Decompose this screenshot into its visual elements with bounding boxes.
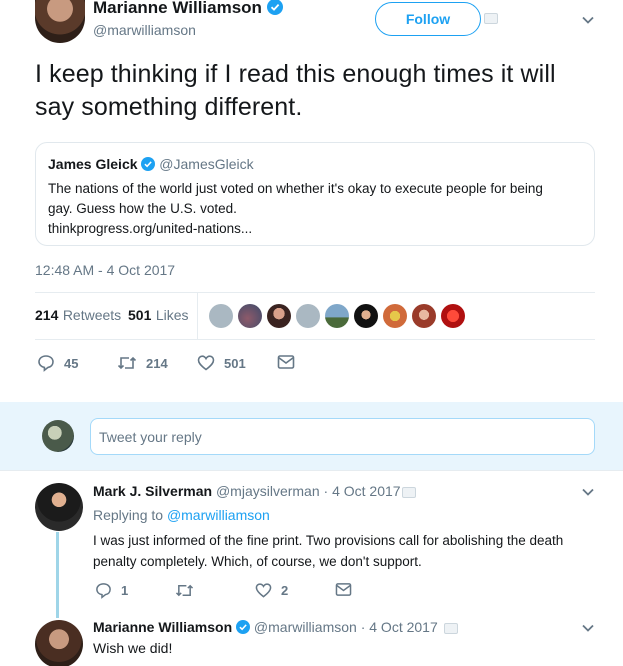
replying-to-handle[interactable]: @marwilliamson bbox=[167, 507, 270, 523]
reply-text: Wish we did! bbox=[93, 640, 173, 656]
retweet-icon bbox=[175, 584, 194, 597]
verified-icon bbox=[266, 0, 283, 15]
reply-date[interactable]: · 4 Oct 2017 bbox=[361, 619, 438, 635]
follow-button[interactable]: Follow bbox=[375, 2, 481, 36]
envelope-icon bbox=[335, 583, 352, 596]
quoted-text-line: The nations of the world just voted on w… bbox=[48, 181, 543, 196]
reply-header[interactable]: Mark J. Silverman @mjaysilverman · 4 Oct… bbox=[93, 483, 401, 499]
retweet-icon bbox=[117, 356, 137, 370]
notification-icon[interactable] bbox=[484, 13, 498, 24]
replying-to-label: Replying to bbox=[93, 507, 164, 523]
message-action[interactable] bbox=[335, 582, 361, 597]
verified-icon bbox=[141, 157, 156, 171]
retweet-count: 214 bbox=[146, 355, 168, 371]
liker-avatar[interactable] bbox=[412, 304, 436, 328]
reply-author-handle[interactable]: @mjaysilverman bbox=[216, 483, 320, 499]
stats-separator bbox=[197, 293, 198, 339]
liker-avatar[interactable] bbox=[238, 304, 262, 328]
reply-text: I was just informed of the fine print. T… bbox=[93, 530, 593, 572]
divider bbox=[0, 470, 623, 471]
divider bbox=[35, 292, 595, 293]
likes-count: 501 bbox=[128, 307, 152, 323]
author-handle[interactable]: @marwilliamson bbox=[93, 22, 196, 38]
retweet-action[interactable]: 214 bbox=[117, 354, 168, 372]
reply-author-name[interactable]: Mark J. Silverman bbox=[93, 483, 212, 499]
tweet-text: I keep thinking if I read this enough ti… bbox=[35, 60, 556, 121]
replying-to: Replying to @marwilliamson bbox=[93, 507, 270, 523]
reply-icon bbox=[96, 583, 111, 599]
like-count: 2 bbox=[281, 583, 289, 598]
reply-author-name[interactable]: Marianne Williamson bbox=[93, 619, 232, 635]
chevron-down-icon[interactable] bbox=[580, 12, 596, 28]
retweet-action[interactable] bbox=[175, 582, 203, 599]
heart-icon bbox=[255, 583, 272, 598]
notification-icon[interactable] bbox=[402, 487, 416, 498]
like-action[interactable]: 2 bbox=[255, 582, 288, 599]
reply-action[interactable]: 1 bbox=[95, 582, 128, 599]
message-action[interactable] bbox=[277, 354, 304, 370]
reply-text-line: penalty completely. Which, of course, we… bbox=[93, 554, 422, 569]
reply-date[interactable]: · 4 Oct 2017 bbox=[324, 483, 401, 499]
liker-avatar[interactable] bbox=[209, 304, 233, 328]
quoted-author-name: James Gleick bbox=[48, 156, 138, 172]
quoted-handle: @JamesGleick bbox=[159, 156, 254, 172]
liker-avatar[interactable] bbox=[325, 304, 349, 328]
like-count: 501 bbox=[224, 355, 246, 371]
verified-icon bbox=[236, 620, 251, 634]
notification-icon[interactable] bbox=[444, 623, 458, 634]
liker-avatar[interactable] bbox=[441, 304, 465, 328]
reply-count: 1 bbox=[121, 583, 129, 598]
reply-action[interactable]: 45 bbox=[37, 354, 78, 372]
quoted-text-line: gay. Guess how the U.S. voted. bbox=[48, 201, 237, 216]
envelope-icon bbox=[277, 355, 295, 369]
liker-avatar[interactable] bbox=[267, 304, 291, 328]
author-name[interactable]: Marianne Williamson bbox=[93, 0, 262, 17]
reply-count: 45 bbox=[64, 355, 79, 371]
retweets-stat[interactable]: 214 Retweets bbox=[35, 307, 121, 325]
reply-author-avatar[interactable] bbox=[35, 620, 83, 666]
thread-line bbox=[56, 532, 59, 618]
liker-avatar[interactable] bbox=[354, 304, 378, 328]
reply-header[interactable]: Marianne Williamson @marwilliamson · 4 O… bbox=[93, 619, 438, 635]
retweets-label: Retweets bbox=[62, 307, 122, 323]
liker-avatar[interactable] bbox=[296, 304, 320, 328]
author-name-row[interactable]: Marianne Williamson bbox=[93, 0, 283, 18]
reply-composer: Tweet your reply bbox=[0, 402, 623, 470]
likes-label: Likes bbox=[155, 307, 189, 323]
likes-stat[interactable]: 501 Likes bbox=[128, 307, 189, 325]
reply-text-line: I was just informed of the fine print. T… bbox=[93, 533, 564, 548]
tweet-timestamp[interactable]: 12:48 AM - 4 Oct 2017 bbox=[35, 262, 175, 278]
liker-avatar[interactable] bbox=[383, 304, 407, 328]
quoted-tweet[interactable]: James Gleick @JamesGleick The nations of… bbox=[35, 142, 595, 246]
like-action[interactable]: 501 bbox=[197, 354, 246, 372]
heart-icon bbox=[197, 355, 215, 371]
reply-input[interactable]: Tweet your reply bbox=[90, 418, 595, 455]
reply-icon bbox=[38, 355, 54, 372]
reply-author-handle[interactable]: @marwilliamson bbox=[254, 619, 357, 635]
user-avatar[interactable] bbox=[42, 420, 74, 452]
retweets-count: 214 bbox=[35, 307, 59, 323]
quoted-link[interactable]: thinkprogress.org/united-nations... bbox=[48, 219, 588, 239]
author-avatar[interactable] bbox=[35, 0, 85, 43]
reply-author-avatar[interactable] bbox=[35, 483, 83, 531]
chevron-down-icon[interactable] bbox=[580, 484, 596, 500]
chevron-down-icon[interactable] bbox=[580, 620, 596, 636]
divider bbox=[35, 339, 595, 340]
